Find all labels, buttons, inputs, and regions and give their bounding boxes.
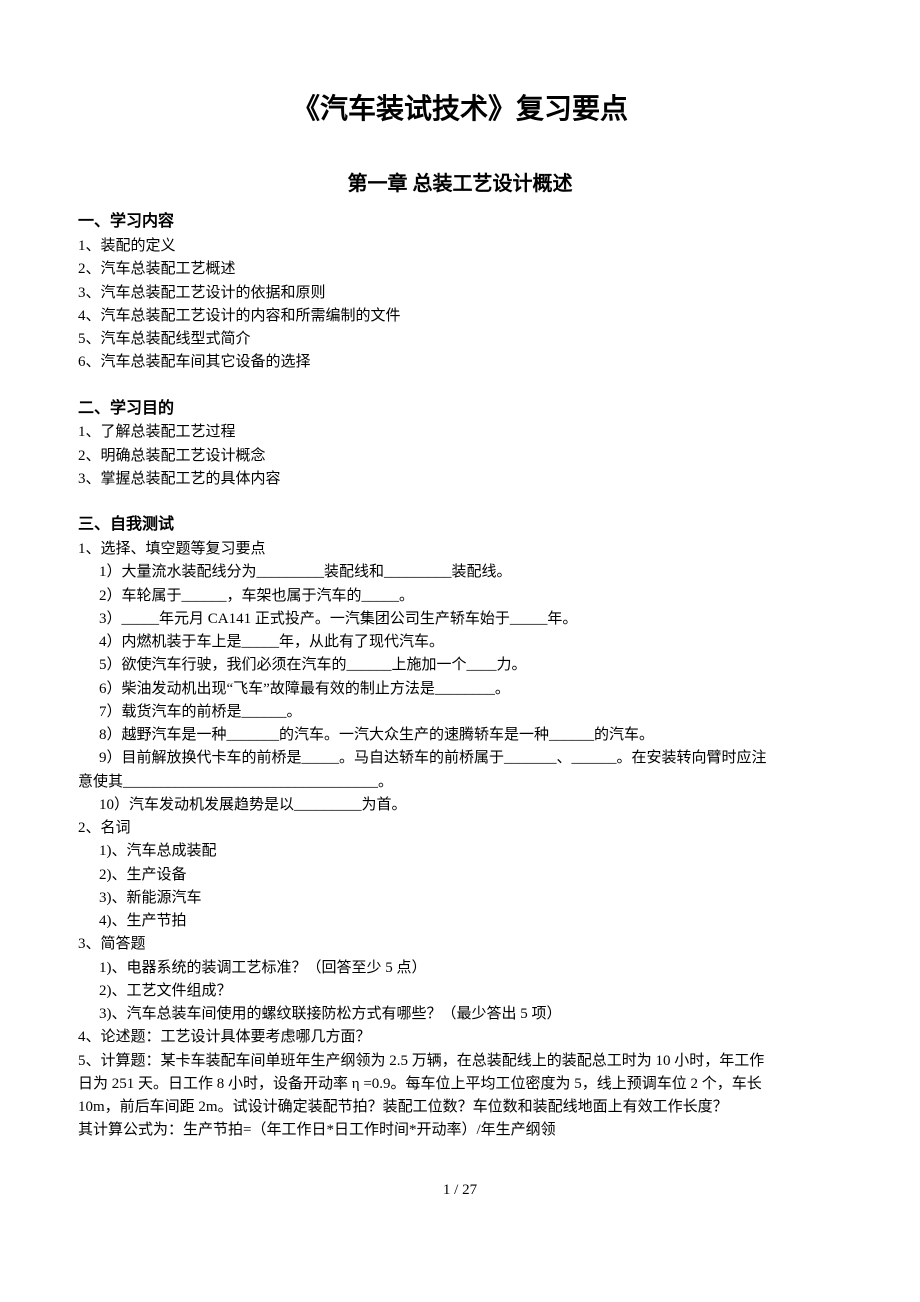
section-3-heading: 三、自我测试 [78,513,842,538]
fill-blank-item: 3）_____年元月 CA141 正式投产。一汽集团公司生产轿车始于_____年… [78,608,842,631]
list-item: 4、汽车总装配工艺设计的内容和所需编制的文件 [78,305,842,328]
term-item: 4)、生产节拍 [78,910,842,933]
calculation-formula: 其计算公式为：生产节拍=（年工作日*日工作时间*开动率）/年生产纲领 [78,1119,842,1142]
fill-blank-item: 5）欲使汽车行驶，我们必须在汽车的______上施加一个____力。 [78,654,842,677]
list-item: 6、汽车总装配车间其它设备的选择 [78,351,842,374]
section-1-heading: 一、学习内容 [78,210,842,235]
section-2-heading: 二、学习目的 [78,397,842,422]
list-item: 3、汽车总装配工艺设计的依据和原则 [78,282,842,305]
document-page: 《汽车装试技术》复习要点 第一章 总装工艺设计概述 一、学习内容 1、装配的定义… [0,0,920,1242]
list-item: 3、掌握总装配工艺的具体内容 [78,468,842,491]
list-item: 1、装配的定义 [78,235,842,258]
question-group-heading: 2、名词 [78,817,842,840]
fill-blank-item: 4）内燃机装于车上是_____年，从此有了现代汽车。 [78,631,842,654]
calculation-question-cont: 10m，前后车间距 2m。试设计确定装配节拍？装配工位数？车位数和装配线地面上有… [78,1096,842,1119]
short-answer-item: 2)、工艺文件组成？ [78,980,842,1003]
calculation-question: 5、计算题：某卡车装配车间单班年生产纲领为 2.5 万辆，在总装配线上的装配总工… [78,1050,842,1073]
term-item: 3)、新能源汽车 [78,887,842,910]
term-item: 2)、生产设备 [78,864,842,887]
chapter-heading: 第一章 总装工艺设计概述 [78,169,842,200]
fill-blank-item: 10）汽车发动机发展趋势是以_________为首。 [78,794,842,817]
list-item: 2、明确总装配工艺设计概念 [78,445,842,468]
list-item: 5、汽车总装配线型式简介 [78,328,842,351]
fill-blank-item: 2）车轮属于______，车架也属于汽车的_____。 [78,585,842,608]
question-group-heading: 3、简答题 [78,933,842,956]
page-number: 1 / 27 [78,1179,842,1202]
fill-blank-item: 8）越野汽车是一种_______的汽车。一汽大众生产的速腾轿车是一种______… [78,724,842,747]
question-group-heading: 1、选择、填空题等复习要点 [78,538,842,561]
fill-blank-item: 1）大量流水装配线分为_________装配线和_________装配线。 [78,561,842,584]
term-item: 1)、汽车总成装配 [78,840,842,863]
short-answer-item: 1)、电器系统的装调工艺标准？（回答至少 5 点） [78,957,842,980]
list-item: 2、汽车总装配工艺概述 [78,258,842,281]
fill-blank-item-cont: 意使其__________________________________。 [78,771,842,794]
fill-blank-item: 7）载货汽车的前桥是______。 [78,701,842,724]
short-answer-item: 3)、汽车总装车间使用的螺纹联接防松方式有哪些？（最少答出 5 项） [78,1003,842,1026]
calculation-question-cont: 日为 251 天。日工作 8 小时，设备开动率 η =0.9。每车位上平均工位密… [78,1073,842,1096]
fill-blank-item: 9）目前解放换代卡车的前桥是_____。马自达轿车的前桥属于_______、__… [78,747,842,770]
list-item: 1、了解总装配工艺过程 [78,421,842,444]
fill-blank-item: 6）柴油发动机出现“飞车”故障最有效的制止方法是________。 [78,678,842,701]
document-title: 《汽车装试技术》复习要点 [78,88,842,131]
essay-question: 4、论述题：工艺设计具体要考虑哪几方面？ [78,1026,842,1049]
